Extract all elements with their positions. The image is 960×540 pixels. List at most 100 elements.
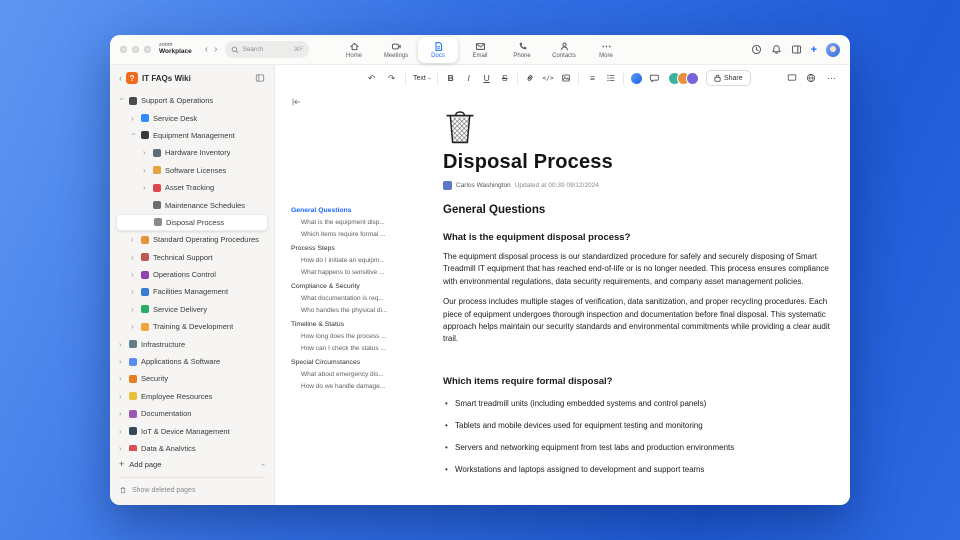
text-style-dropdown[interactable]: Text › [413,75,433,82]
collapse-outline-icon[interactable] [291,97,401,107]
redo-icon[interactable]: ↷ [385,73,398,84]
outline-item[interactable]: How can I check the status ... [291,345,401,352]
chevron-icon[interactable]: › [119,409,125,418]
search-input[interactable]: Search ⌘F [225,41,310,58]
sidebar-item-security[interactable]: › Security [116,370,268,387]
link-icon[interactable] [525,73,535,83]
history-icon[interactable] [751,44,762,55]
chevron-icon[interactable]: › [131,114,137,123]
sidebar-item-equipment-management[interactable]: › Equipment Management [116,127,268,144]
minimize-window-button[interactable] [132,46,139,53]
chevron-icon[interactable]: › [131,270,137,279]
outline-item[interactable]: What about emergency dis... [291,371,401,378]
outline-section[interactable]: Special Circumstances [291,359,401,366]
sidebar-item-data-analytics[interactable]: › Data & Analytics [116,440,268,451]
sidebar-item-training-development[interactable]: › Training & Development [116,318,268,335]
sidebar-item-software-licenses[interactable]: › Software Licenses [116,162,268,179]
outline-item[interactable]: Who handles the physical di... [291,307,401,314]
tab-meetings[interactable]: Meetings [376,37,416,63]
wrench-icon [153,201,161,210]
trash-emoji-icon[interactable] [443,107,836,145]
chevron-icon[interactable]: › [119,427,125,436]
outline-item[interactable]: What happens to sensitive ... [291,269,401,276]
ai-companion-icon[interactable] [630,72,642,84]
tab-email[interactable]: Email [460,37,500,63]
chevron-icon[interactable]: › [119,374,125,383]
outline-section[interactable]: Compliance & Security [291,283,401,290]
close-window-button[interactable] [120,46,127,53]
notifications-bell-icon[interactable] [771,44,782,55]
sidebar-item-infrastructure[interactable]: › Infrastructure [116,335,268,352]
sidebar-item-iot-device-management[interactable]: › IoT & Device Management [116,422,268,439]
chevron-icon[interactable]: › [119,340,125,349]
chevron-icon[interactable]: › [131,253,137,262]
collaborator-avatar[interactable] [685,71,699,85]
chevron-icon[interactable]: › [130,132,139,138]
zoom-window-button[interactable] [144,46,151,53]
outline-section[interactable]: General Questions [291,207,401,214]
sidebar-item-facilities-management[interactable]: › Facilities Management [116,283,268,300]
tab-contacts[interactable]: Contacts [544,37,584,63]
sidebar-item-disposal-process[interactable]: ›Disposal Process [116,213,268,232]
chevron-icon[interactable]: › [143,148,149,157]
sidebar-item-hardware-inventory[interactable]: › Hardware Inventory [116,144,268,161]
strikethrough-button[interactable]: S [499,73,510,83]
outline-item[interactable]: Which items require formal ... [291,231,401,238]
collapse-sidebar-icon[interactable] [255,73,265,83]
tab-more[interactable]: More [586,37,626,63]
chevron-icon[interactable]: › [131,235,137,244]
outline-section[interactable]: Timeline & Status [291,321,401,328]
chevron-icon[interactable]: › [131,322,137,331]
chevron-icon[interactable]: › [143,183,149,192]
outline-item[interactable]: What is the equipment disp... [291,219,401,226]
panel-layout-icon[interactable] [791,44,802,55]
align-icon[interactable]: ≡ [586,73,599,83]
outline-item[interactable]: How do we handle damage... [291,383,401,390]
sidebar-item-documentation[interactable]: › Documentation [116,405,268,422]
sidebar-item-service-desk[interactable]: › Service Desk [116,109,268,126]
share-button[interactable]: Share [705,70,751,86]
outline-section[interactable]: Process Steps [291,245,401,252]
chevron-icon[interactable]: › [131,287,137,296]
chevron-icon[interactable]: › [119,357,125,366]
sidebar-item-asset-tracking[interactable]: › Asset Tracking [116,179,268,196]
forward-button[interactable]: › [214,44,217,55]
chevron-icon[interactable]: › [143,166,149,175]
chevron-icon[interactable]: › [118,98,127,104]
new-item-plus-icon[interactable]: + [811,44,817,56]
sidebar-back-button[interactable]: ‹ [119,73,122,83]
tab-home[interactable]: Home [334,37,374,63]
underline-button[interactable]: U [481,73,492,83]
code-icon[interactable]: </> [542,74,554,82]
chat-bubble-icon[interactable] [787,73,797,83]
sidebar-item-maintenance-schedules[interactable]: ›Maintenance Schedules [116,196,268,213]
outline-item[interactable]: How long does the process ... [291,333,401,340]
back-button[interactable]: ‹ [205,44,208,55]
chevron-icon[interactable]: › [131,305,137,314]
undo-icon[interactable]: ↶ [365,73,378,84]
sidebar-item-support-operations[interactable]: › Support & Operations [116,92,268,109]
sidebar-item-technical-support[interactable]: › Technical Support [116,249,268,266]
add-page-button[interactable]: + Add page › [119,456,268,472]
chevron-icon[interactable]: › [119,444,125,451]
user-avatar[interactable] [826,42,840,57]
attachment-icon[interactable] [561,73,571,83]
sidebar-item-standard-operating-procedures[interactable]: › Standard Operating Procedures [116,231,268,248]
globe-icon[interactable] [806,73,816,83]
more-options-icon[interactable]: ⋯ [825,73,838,84]
italic-button[interactable]: I [463,73,474,83]
tab-docs[interactable]: Docs [418,37,458,63]
sidebar-item-service-delivery[interactable]: › Service Delivery [116,301,268,318]
sidebar-item-employee-resources[interactable]: › Employee Resources [116,388,268,405]
show-deleted-pages-button[interactable]: Show deleted pages [119,483,265,497]
bold-button[interactable]: B [445,73,456,83]
comment-icon[interactable] [649,73,659,83]
outline-item[interactable]: How do I initiate an equipm... [291,257,401,264]
sidebar-item-applications-software[interactable]: › Applications & Software [116,353,268,370]
tab-phone[interactable]: Phone [502,37,542,63]
list-icon[interactable] [606,73,616,83]
chevron-icon[interactable]: › [119,392,125,401]
outline-item[interactable]: What documentation is req... [291,295,401,302]
sidebar-item-operations-control[interactable]: › Operations Control [116,266,268,283]
chevron-down-icon[interactable]: › [259,463,268,466]
